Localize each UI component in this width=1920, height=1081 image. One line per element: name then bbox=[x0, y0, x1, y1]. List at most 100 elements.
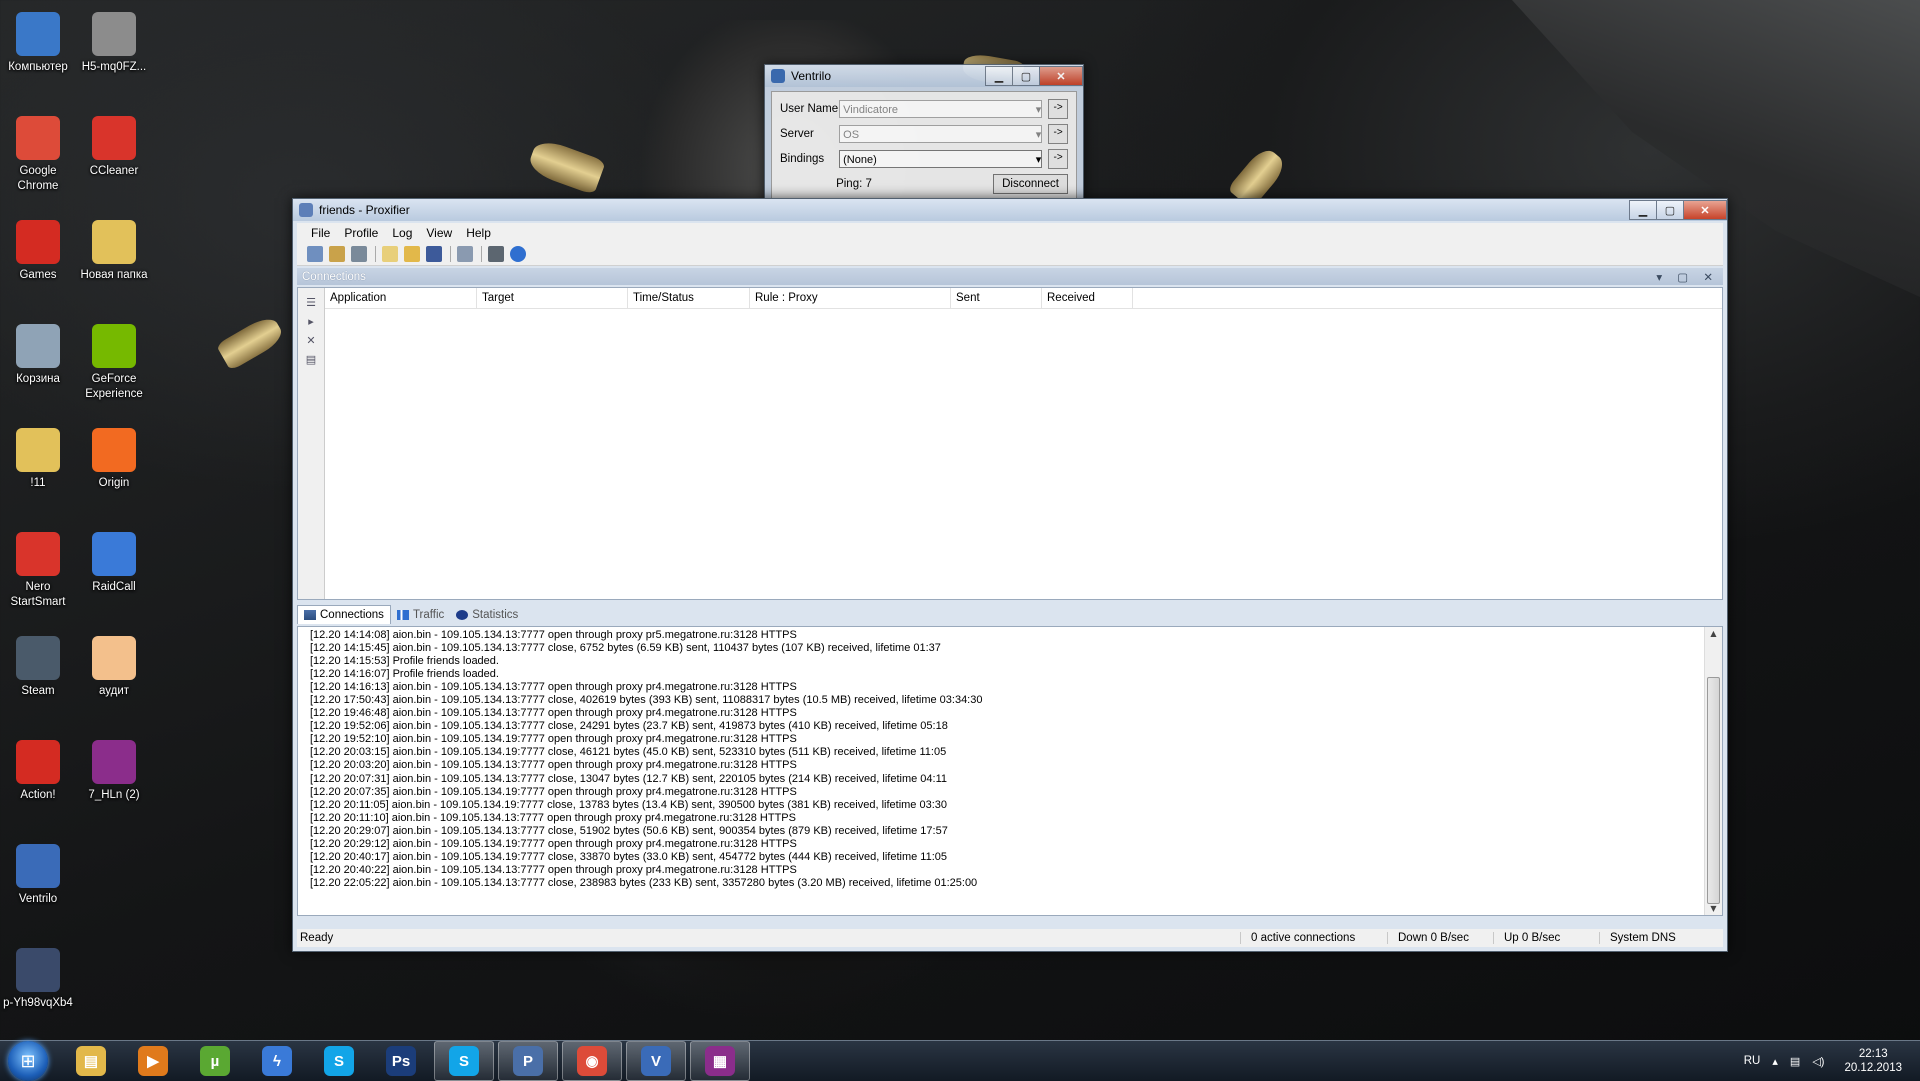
system-tray: RU ▴ ▤ ◁) 22:13 20.12.2013 bbox=[1744, 1047, 1920, 1075]
taskbar-app-button[interactable]: Ps bbox=[372, 1042, 430, 1080]
taskbar-app-button[interactable]: V bbox=[626, 1041, 686, 1081]
desktop-icon[interactable]: Компьютер bbox=[1, 12, 75, 75]
desktop-icon-label: Корзина bbox=[16, 373, 60, 385]
minimize-button[interactable]: ▁ bbox=[985, 66, 1013, 86]
new-profile-icon[interactable] bbox=[382, 246, 398, 262]
taskbar-app-button[interactable]: P bbox=[498, 1041, 558, 1081]
scroll-down-icon[interactable]: ▼ bbox=[1705, 904, 1722, 913]
desktop-icon[interactable]: Google Chrome bbox=[1, 116, 75, 194]
log-line: [12.20 20:40:17] aion.bin - 109.105.134.… bbox=[310, 850, 948, 863]
list-view-icon[interactable]: ☰ bbox=[304, 296, 318, 310]
taskbar-app-button[interactable]: ▤ bbox=[62, 1042, 120, 1080]
maximize-button[interactable]: ▢ bbox=[1012, 66, 1040, 86]
column-header[interactable]: Target bbox=[477, 288, 628, 308]
username-go-button[interactable]: -> bbox=[1048, 99, 1068, 119]
menu-file[interactable]: File bbox=[311, 226, 330, 240]
log-options-icon[interactable] bbox=[457, 246, 473, 262]
desktop-icon[interactable]: !11 bbox=[1, 428, 75, 491]
ventrilo-titlebar[interactable]: Ventrilo ▁ ▢ ✕ bbox=[765, 65, 1083, 87]
desktop-icon[interactable]: CCleaner bbox=[77, 116, 151, 179]
desktop-icon[interactable]: H5-mq0FZ... bbox=[77, 12, 151, 75]
desktop-icon-label: H5-mq0FZ... bbox=[81, 61, 147, 73]
taskbar-app-button[interactable]: S bbox=[310, 1042, 368, 1080]
dropdown-arrow-icon: ▾ bbox=[1035, 129, 1042, 141]
clock[interactable]: 22:13 20.12.2013 bbox=[1844, 1047, 1902, 1075]
desktop-icon-label: 7_HLn (2) bbox=[88, 789, 140, 801]
properties-icon[interactable]: ▤ bbox=[304, 353, 318, 367]
log-line: [12.20 22:05:22] aion.bin - 109.105.134.… bbox=[310, 876, 978, 889]
action-icon bbox=[16, 740, 60, 784]
desktop-icon-label: CCleaner bbox=[89, 165, 139, 177]
bindings-select[interactable]: (None) ▾ bbox=[839, 150, 1043, 168]
column-header[interactable]: Sent bbox=[951, 288, 1042, 308]
menu-view[interactable]: View bbox=[426, 226, 452, 240]
connections-table[interactable]: Application Target Time/Status Rule : Pr… bbox=[325, 288, 1722, 599]
panel-controls[interactable]: ▾ ▢ ✕ bbox=[1656, 270, 1719, 284]
desktop-icon[interactable]: Origin bbox=[77, 428, 151, 491]
column-header[interactable]: Received bbox=[1042, 288, 1133, 308]
tab-traffic[interactable]: Traffic bbox=[391, 606, 450, 624]
desktop-icon[interactable]: Новая папка bbox=[77, 220, 151, 283]
taskbar-app-button[interactable]: µ bbox=[186, 1042, 244, 1080]
desktop-icon[interactable]: p-Yh98vqXb4 bbox=[1, 948, 75, 1011]
column-header[interactable]: Rule : Proxy bbox=[750, 288, 951, 308]
taskbar-app-button[interactable]: ϟ bbox=[248, 1042, 306, 1080]
show-hidden-icons-icon[interactable]: ▴ bbox=[1772, 1055, 1778, 1068]
server-go-button[interactable]: -> bbox=[1048, 124, 1068, 144]
desktop-icon[interactable]: 7_HLn (2) bbox=[77, 740, 151, 803]
desktop-icon[interactable]: Action! bbox=[1, 740, 75, 803]
proxification-rules-icon[interactable] bbox=[329, 246, 345, 262]
taskbar-app-button[interactable]: ◉ bbox=[562, 1041, 622, 1081]
close-button[interactable]: ✕ bbox=[1039, 66, 1083, 86]
desktop-icon[interactable]: Ventrilo bbox=[1, 844, 75, 907]
column-header[interactable]: Time/Status bbox=[628, 288, 750, 308]
taskbar-app-button[interactable]: ▦ bbox=[690, 1041, 750, 1081]
start-button[interactable]: ⊞ bbox=[8, 1041, 48, 1081]
expand-icon[interactable]: ▸ bbox=[304, 315, 318, 329]
name-resolution-icon[interactable] bbox=[351, 246, 367, 262]
desktop-icon[interactable]: GeForce Experience bbox=[77, 324, 151, 402]
close-connection-icon[interactable]: ✕ bbox=[304, 334, 318, 348]
connections-icon bbox=[304, 610, 316, 620]
desktop-icon[interactable]: Games bbox=[1, 220, 75, 283]
proxifier-titlebar[interactable]: friends - Proxifier ▁ ▢ ✕ bbox=[293, 199, 1727, 221]
save-profile-icon[interactable] bbox=[426, 246, 442, 262]
desktop-icon[interactable]: аудит bbox=[77, 636, 151, 699]
nero-icon bbox=[16, 532, 60, 576]
proxy-servers-icon[interactable] bbox=[307, 246, 323, 262]
log-line: [12.20 14:15:53] Profile friends loaded. bbox=[310, 655, 499, 668]
menu-profile[interactable]: Profile bbox=[344, 226, 378, 240]
log-scrollbar[interactable]: ▲ ▼ bbox=[1704, 627, 1722, 915]
desktop-icon[interactable]: Steam bbox=[1, 636, 75, 699]
help-icon[interactable] bbox=[510, 246, 526, 262]
tab-statistics[interactable]: Statistics bbox=[450, 606, 524, 624]
bindings-go-button[interactable]: -> bbox=[1048, 149, 1068, 169]
chrome-icon: ◉ bbox=[577, 1046, 607, 1076]
print-icon[interactable] bbox=[488, 246, 504, 262]
scroll-up-icon[interactable]: ▲ bbox=[1705, 629, 1722, 638]
desktop-icon[interactable]: Nero StartSmart bbox=[1, 532, 75, 610]
server-field[interactable]: OS ▾ bbox=[839, 125, 1043, 143]
log-panel[interactable]: [12.20 14:14:08] aion.bin - 109.105.134.… bbox=[297, 626, 1723, 916]
network-icon[interactable]: ▤ bbox=[1790, 1055, 1800, 1068]
minimize-button[interactable]: ▁ bbox=[1629, 200, 1657, 220]
close-button[interactable]: ✕ bbox=[1683, 200, 1727, 220]
scroll-thumb[interactable] bbox=[1707, 677, 1720, 904]
proxifier-window[interactable]: friends - Proxifier ▁ ▢ ✕ File Profile L… bbox=[292, 198, 1728, 952]
column-header[interactable]: Application bbox=[325, 288, 477, 308]
taskbar-app-button[interactable]: ▶ bbox=[124, 1042, 182, 1080]
log-line: [12.20 20:29:12] aion.bin - 109.105.134.… bbox=[310, 837, 797, 850]
menu-help[interactable]: Help bbox=[466, 226, 491, 240]
disconnect-button[interactable]: Disconnect bbox=[993, 174, 1068, 194]
menu-log[interactable]: Log bbox=[392, 226, 412, 240]
taskbar-app-button[interactable]: S bbox=[434, 1041, 494, 1081]
open-profile-icon[interactable] bbox=[404, 246, 420, 262]
ventrilo-window[interactable]: Ventrilo ▁ ▢ ✕ User Name Vindicatore ▾ ->… bbox=[764, 64, 1084, 213]
tab-connections[interactable]: Connections bbox=[297, 605, 391, 624]
desktop-icon[interactable]: Корзина bbox=[1, 324, 75, 387]
language-indicator[interactable]: RU bbox=[1744, 1055, 1761, 1067]
volume-icon[interactable]: ◁) bbox=[1812, 1055, 1824, 1068]
desktop-icon[interactable]: RaidCall bbox=[77, 532, 151, 595]
maximize-button[interactable]: ▢ bbox=[1656, 200, 1684, 220]
username-field[interactable]: Vindicatore ▾ bbox=[839, 100, 1043, 118]
